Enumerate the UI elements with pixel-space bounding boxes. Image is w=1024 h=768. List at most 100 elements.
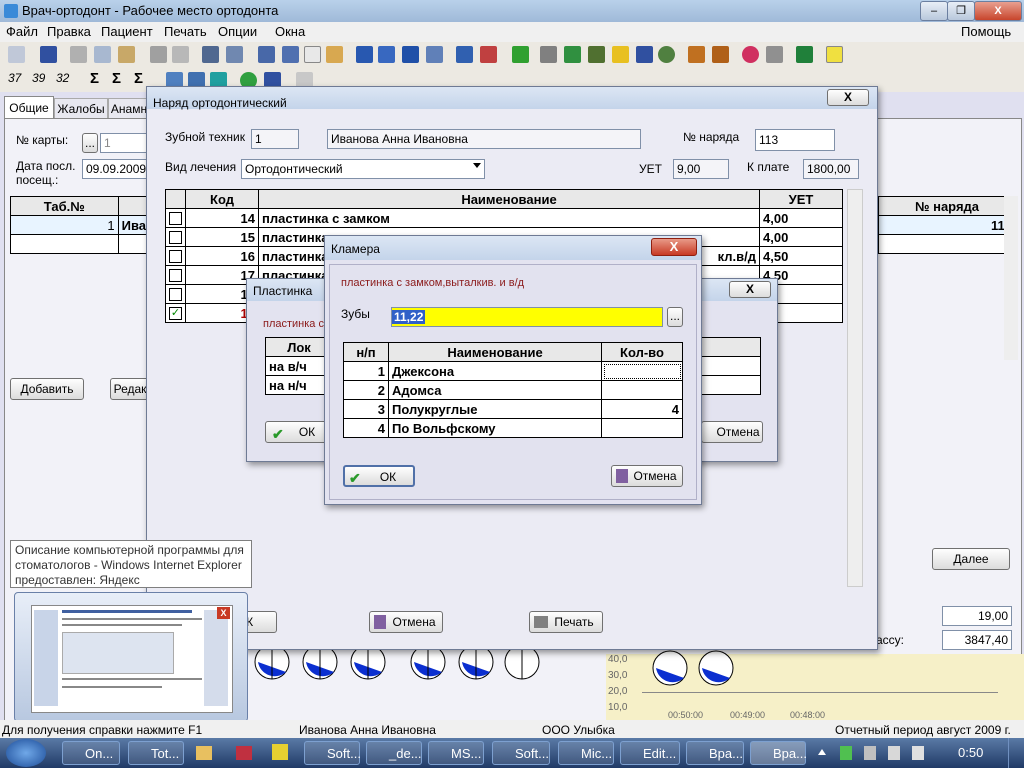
app-quick-icon[interactable] [236, 746, 252, 760]
doc-icon[interactable] [456, 46, 473, 63]
implant-icon[interactable] [326, 46, 343, 63]
sum3-icon[interactable]: Σ [134, 70, 143, 87]
taskbar-item[interactable]: Tot... [128, 741, 184, 765]
copy-icon[interactable] [94, 46, 111, 63]
klamera-row-qty[interactable] [601, 380, 683, 400]
clock[interactable]: 0:50 [958, 745, 983, 760]
row-uet[interactable]: 4,00 [759, 208, 843, 228]
menu-help[interactable]: Помощь [961, 24, 1011, 39]
doc-red-icon[interactable] [480, 46, 497, 63]
row-tab-num[interactable]: 1 [10, 215, 119, 235]
tab-general[interactable]: Общие [4, 96, 54, 119]
patient-icon[interactable] [258, 46, 275, 63]
find-next-icon[interactable] [226, 46, 243, 63]
plastinka-close-button[interactable]: X [729, 281, 771, 298]
user-icon[interactable] [588, 46, 605, 63]
add-button[interactable]: Добавить [10, 378, 84, 400]
help-icon[interactable] [826, 46, 843, 63]
row-checkbox[interactable] [169, 268, 182, 282]
tooth37-icon[interactable]: 37 [8, 71, 21, 85]
tray-icon[interactable] [864, 746, 876, 760]
start-button-icon[interactable] [6, 739, 46, 767]
tool-icon[interactable] [8, 46, 25, 63]
plastinka-cancel-button[interactable]: Отмена [701, 421, 763, 443]
clock-icon[interactable] [742, 46, 759, 63]
search-icon[interactable] [766, 46, 783, 63]
next-button[interactable]: Далее [932, 548, 1010, 570]
right-scrollbar[interactable] [1004, 196, 1018, 360]
tab-complaints[interactable]: Жалобы [54, 98, 108, 120]
card-field[interactable]: 1 [100, 133, 150, 153]
naryad-cancel-button[interactable]: Отмена [369, 611, 443, 633]
box-icon[interactable] [688, 46, 705, 63]
row-checkbox[interactable] [169, 230, 182, 244]
row-name[interactable]: Ива [117, 215, 151, 235]
taskbar-item[interactable]: Вра... [686, 741, 744, 765]
row-code[interactable]: 15 [185, 227, 259, 247]
chevron-down-icon[interactable] [473, 163, 481, 168]
close-button[interactable]: X [974, 1, 1022, 21]
warning-icon[interactable] [612, 46, 629, 63]
tray-icon[interactable] [840, 746, 852, 760]
klamera-row-name[interactable]: Полукруглые [388, 399, 602, 419]
tooth-icon[interactable] [304, 46, 321, 63]
services-scrollbar[interactable] [847, 189, 863, 587]
tooth39-icon[interactable]: 39 [32, 71, 45, 85]
paste-icon[interactable] [118, 46, 135, 63]
klamera-close-button[interactable]: X [651, 238, 697, 256]
last-visit-field[interactable]: 09.09.2009 [82, 159, 150, 179]
sum2-icon[interactable]: Σ [112, 70, 121, 87]
excel-icon[interactable] [796, 46, 813, 63]
edit-button[interactable]: Редак [110, 378, 150, 400]
patient-card-icon[interactable] [282, 46, 299, 63]
plastinka-row[interactable]: на н/ч [265, 375, 333, 395]
card-browse-button[interactable]: ... [82, 133, 98, 153]
row-checkbox[interactable] [169, 287, 182, 301]
row-name[interactable]: пластинка с замком [258, 208, 760, 228]
teeth-input[interactable]: 11,22 [391, 307, 663, 327]
print-icon[interactable] [150, 46, 167, 63]
klamera-row-name[interactable]: По Вольфскому [388, 418, 602, 438]
plastinka-row[interactable]: на в/ч [265, 356, 333, 376]
row-code[interactable]: 14 [185, 208, 259, 228]
row-name[interactable]: пластинка [262, 249, 329, 264]
tools-icon[interactable] [540, 46, 557, 63]
folder-icon[interactable] [196, 746, 212, 760]
down-icon[interactable] [636, 46, 653, 63]
menu-print[interactable]: Печать [164, 24, 207, 39]
taskbar-item[interactable]: Mic... [558, 741, 614, 765]
volume-icon[interactable] [912, 746, 924, 760]
hs-icon[interactable] [272, 744, 288, 760]
font-a-icon[interactable] [512, 46, 529, 63]
treatment-select[interactable]: Ортодонтический [241, 159, 485, 179]
taskbar-item-active[interactable]: Вра... [750, 741, 807, 765]
save-icon[interactable] [40, 46, 57, 63]
row-order[interactable]: 113 [878, 215, 1016, 235]
taskbar-item[interactable]: _de... [366, 741, 422, 765]
arrow4-icon[interactable] [426, 46, 443, 63]
row-uet[interactable]: 4,00 [759, 227, 843, 247]
taskbar-item[interactable]: Soft... [304, 741, 361, 765]
menu-file[interactable]: Файл [6, 24, 38, 39]
menu-patient[interactable]: Пациент [101, 24, 153, 39]
naryad-print-button[interactable]: Печать [529, 611, 603, 633]
sum-icon[interactable]: Σ [90, 70, 99, 87]
row-checkbox[interactable] [169, 249, 182, 263]
klamera-row-name[interactable]: Джексона [388, 361, 602, 381]
plastinka-ok-button[interactable]: ✔ ОК [265, 421, 327, 443]
taskbar-item[interactable]: Soft... [492, 741, 550, 765]
thumbnail-close-icon[interactable]: X [217, 607, 230, 619]
taskbar-thumbnail[interactable]: X [14, 592, 248, 722]
preview-icon[interactable] [172, 46, 189, 63]
row-checkbox[interactable] [169, 211, 182, 225]
klamera-ok-button[interactable]: ✔ ОК [343, 465, 415, 487]
menu-edit[interactable]: Правка [47, 24, 91, 39]
menu-windows[interactable]: Окна [275, 24, 305, 39]
tray-expand-icon[interactable] [818, 749, 826, 755]
find-icon[interactable] [202, 46, 219, 63]
arrow2-icon[interactable] [378, 46, 395, 63]
order-field[interactable]: 113 [755, 129, 835, 151]
box2-icon[interactable] [712, 46, 729, 63]
klamera-row-name[interactable]: Адомса [388, 380, 602, 400]
cut-icon[interactable] [70, 46, 87, 63]
